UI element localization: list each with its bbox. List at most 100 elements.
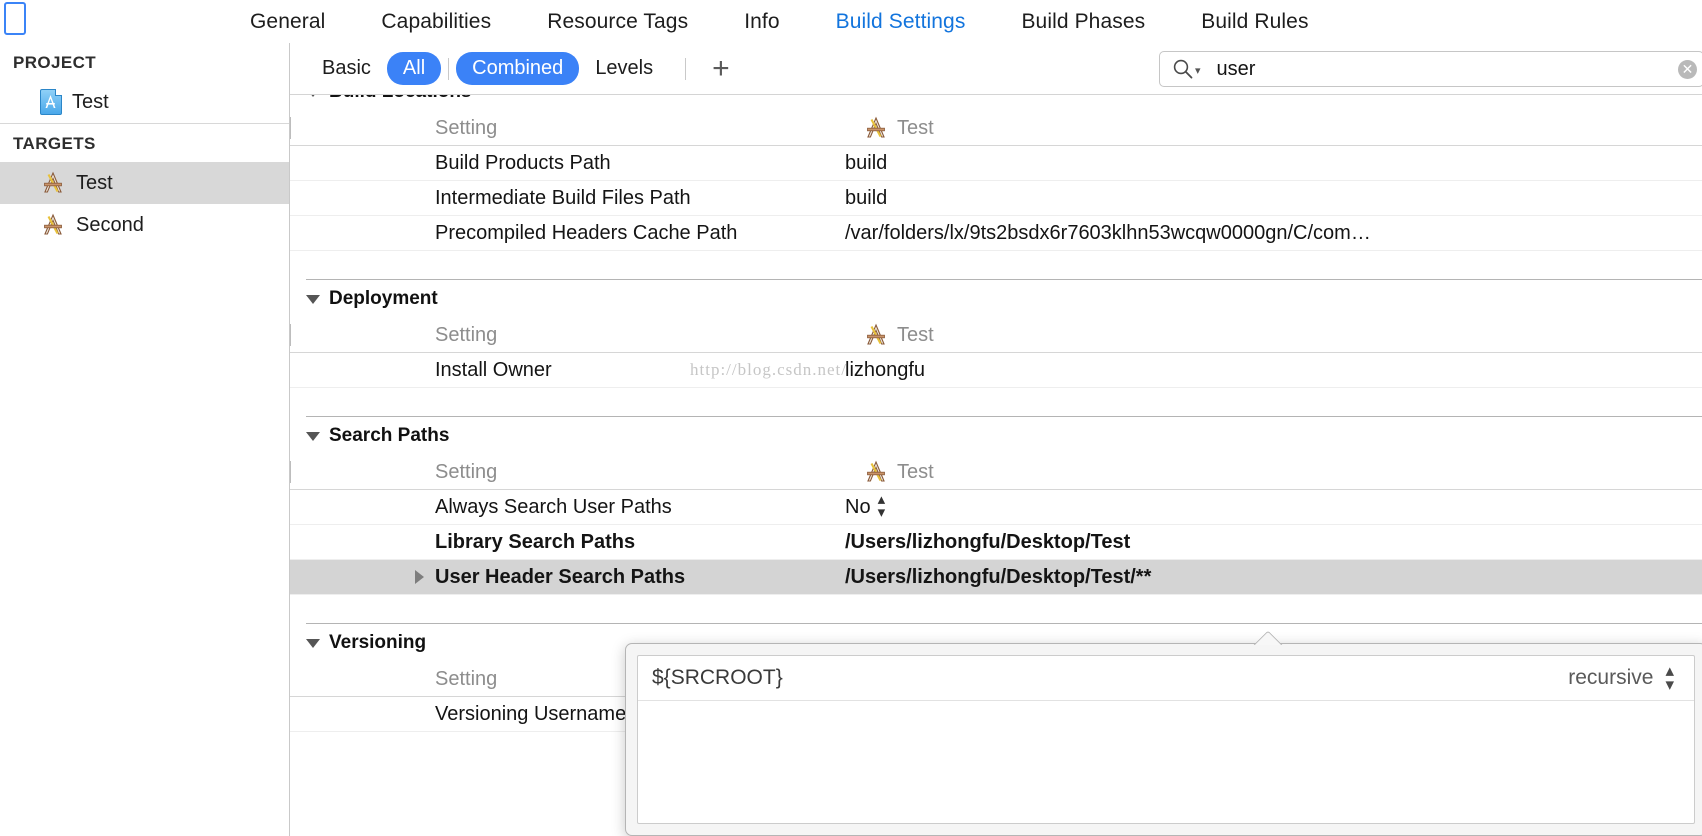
target-icon bbox=[867, 116, 885, 138]
filter-basic-button[interactable]: Basic bbox=[306, 52, 387, 85]
table-row[interactable]: Always Search User Paths No ▴ ▾ bbox=[290, 490, 1702, 525]
setting-value[interactable]: build bbox=[835, 152, 1702, 175]
aframe-glyph-icon bbox=[45, 95, 56, 108]
filter-separator bbox=[448, 57, 450, 80]
group-label: Search Paths bbox=[329, 425, 450, 446]
group-deployment: Deployment Setting Test Install Owner ht… bbox=[290, 279, 1702, 388]
setting-value[interactable]: /var/folders/lx/9ts2bsdx6r7603klhn53wcqw… bbox=[835, 222, 1702, 245]
tab-list: General Capabilities Resource Tags Info … bbox=[222, 10, 1337, 34]
search-field[interactable]: ▾ user ✕ bbox=[1159, 51, 1702, 87]
tab-resource-tags[interactable]: Resource Tags bbox=[519, 10, 716, 34]
sidebar-item-target-test[interactable]: Test bbox=[0, 162, 289, 204]
chevron-down-icon[interactable] bbox=[306, 95, 320, 97]
table-row[interactable]: Build Products Path build bbox=[290, 146, 1702, 181]
setting-value[interactable]: No ▴ ▾ bbox=[835, 494, 1702, 520]
group-label: Versioning bbox=[329, 632, 427, 653]
sidebar-target-label: Test bbox=[76, 171, 113, 194]
filter-segmented-control: Basic All Combined Levels bbox=[306, 52, 669, 85]
column-header-row: Setting Test bbox=[290, 111, 1702, 146]
column-header-target-label: Test bbox=[897, 460, 934, 483]
tab-build-rules[interactable]: Build Rules bbox=[1173, 10, 1336, 34]
filter-levels-button[interactable]: Levels bbox=[579, 52, 669, 85]
search-input[interactable]: user bbox=[1217, 58, 1256, 81]
popover-path-list[interactable]: ${SRCROOT} recursive ▴ ▾ bbox=[637, 655, 1695, 824]
recursion-mode-label: recursive bbox=[1568, 666, 1654, 689]
watermark-text: http://blog.csdn.net/ bbox=[690, 360, 847, 379]
group-title-search-paths[interactable]: Search Paths bbox=[290, 417, 1702, 455]
group-title-build-locations[interactable]: Build Locations bbox=[290, 95, 1702, 111]
clear-search-icon[interactable]: ✕ bbox=[1678, 59, 1697, 79]
filter-combined-button[interactable]: Combined bbox=[456, 52, 580, 85]
project-document-icon bbox=[40, 89, 62, 115]
build-settings-filter-bar: Basic All Combined Levels + ▾ user ✕ bbox=[290, 43, 1702, 95]
filter-all-button[interactable]: All bbox=[386, 52, 442, 85]
setting-name: Always Search User Paths bbox=[435, 495, 672, 518]
tab-info[interactable]: Info bbox=[716, 10, 807, 34]
sidebar-project-header: PROJECT bbox=[13, 53, 97, 72]
sidebar-target-label: Second bbox=[76, 213, 144, 236]
column-header-target: Test bbox=[290, 116, 1702, 140]
setting-value[interactable]: build bbox=[835, 187, 1702, 210]
column-header-row: Setting Test bbox=[290, 455, 1702, 490]
tab-build-phases[interactable]: Build Phases bbox=[993, 10, 1173, 34]
tab-capabilities[interactable]: Capabilities bbox=[353, 10, 519, 34]
table-row[interactable]: Library Search Paths /Users/lizhongfu/De… bbox=[290, 525, 1702, 560]
popover-arrow bbox=[1253, 630, 1283, 645]
column-header-setting: Setting bbox=[435, 116, 498, 139]
chevron-down-icon[interactable] bbox=[306, 294, 320, 304]
list-item[interactable]: ${SRCROOT} recursive ▴ ▾ bbox=[638, 656, 1694, 701]
setting-value-label: No bbox=[845, 495, 871, 518]
toolbar-separator bbox=[685, 57, 687, 80]
setting-value[interactable]: /Users/lizhongfu/Desktop/Test bbox=[835, 531, 1702, 554]
table-row[interactable]: Install Owner http://blog.csdn.net/ lizh… bbox=[290, 353, 1702, 388]
tab-build-settings[interactable]: Build Settings bbox=[808, 10, 994, 34]
group-label: Build Locations bbox=[329, 95, 472, 103]
group-title-deployment[interactable]: Deployment bbox=[290, 280, 1702, 318]
editor-tab-bar: General Capabilities Resource Tags Info … bbox=[0, 0, 1702, 44]
table-row[interactable]: User Header Search Paths /Users/lizhongf… bbox=[290, 560, 1702, 595]
add-setting-button[interactable]: + bbox=[702, 53, 740, 84]
search-icon bbox=[1173, 59, 1193, 79]
sidebar-project-label: Test bbox=[72, 90, 109, 113]
target-icon bbox=[44, 213, 62, 235]
setting-name: Library Search Paths bbox=[435, 530, 636, 553]
sidebar-item-target-second[interactable]: Second bbox=[0, 204, 289, 246]
path-value[interactable]: ${SRCROOT} bbox=[652, 666, 1568, 690]
chevron-down-icon[interactable] bbox=[306, 638, 320, 648]
setting-name: Install Owner http://blog.csdn.net/ bbox=[290, 358, 846, 382]
target-icon bbox=[867, 460, 885, 482]
column-header-target-label: Test bbox=[897, 323, 934, 346]
group-build-locations: Build Locations Setting Test bbox=[290, 95, 1702, 251]
project-navigator-sidebar: PROJECT Test TARGETS Test Second bbox=[0, 43, 290, 836]
recursion-mode[interactable]: recursive ▴ ▾ bbox=[1568, 662, 1680, 693]
table-row[interactable]: Intermediate Build Files Path build bbox=[290, 181, 1702, 216]
setting-name-label: Install Owner bbox=[435, 358, 552, 381]
setting-name: Precompiled Headers Cache Path bbox=[435, 221, 738, 244]
column-header-setting: Setting bbox=[435, 323, 498, 346]
column-header-setting: Setting bbox=[435, 460, 498, 483]
setting-name: User Header Search Paths bbox=[290, 566, 835, 589]
tab-general[interactable]: General bbox=[222, 10, 353, 34]
sidebar-targets-header: TARGETS bbox=[13, 134, 96, 153]
chevron-down-icon[interactable] bbox=[306, 431, 320, 441]
column-header-target: Test bbox=[290, 323, 1702, 347]
setting-name: Build Products Path bbox=[435, 151, 611, 174]
group-search-paths: Search Paths Setting Test Always Search … bbox=[290, 416, 1702, 595]
chevron-down-icon[interactable]: ▾ bbox=[1195, 64, 1201, 77]
search-paths-editor-popover[interactable]: ${SRCROOT} recursive ▴ ▾ bbox=[625, 643, 1702, 836]
table-row[interactable]: Precompiled Headers Cache Path /var/fold… bbox=[290, 216, 1702, 251]
stepper-icon[interactable]: ▴ ▾ bbox=[878, 494, 886, 520]
chevron-right-icon[interactable] bbox=[415, 570, 424, 584]
setting-name-label: User Header Search Paths bbox=[435, 565, 686, 588]
stepper-icon[interactable]: ▴ ▾ bbox=[1665, 662, 1674, 693]
setting-value[interactable]: lizhongfu bbox=[835, 359, 1702, 382]
target-icon bbox=[867, 323, 885, 345]
sidebar-item-project-test[interactable]: Test bbox=[0, 81, 289, 123]
setting-value[interactable]: /Users/lizhongfu/Desktop/Test/** bbox=[835, 566, 1702, 589]
column-header-target-label: Test bbox=[897, 116, 934, 139]
setting-name: Intermediate Build Files Path bbox=[435, 186, 691, 209]
group-label: Deployment bbox=[329, 288, 438, 309]
